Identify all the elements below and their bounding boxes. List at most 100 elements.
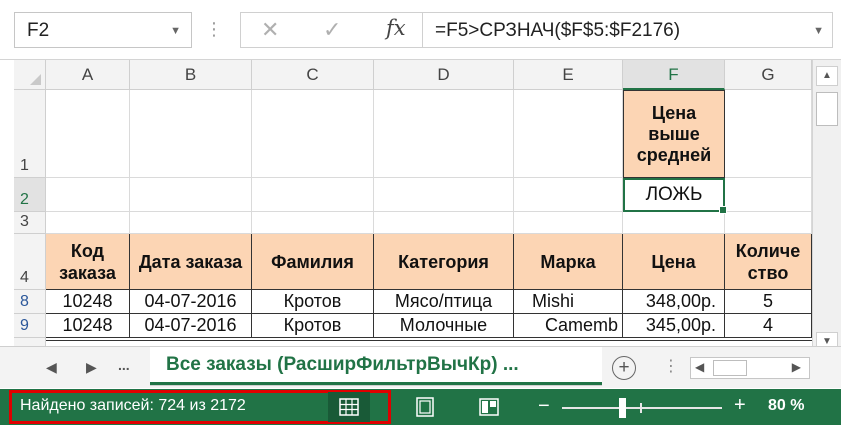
row-header-partial[interactable] [14, 338, 46, 346]
zoom-slider-thumb[interactable] [619, 398, 626, 418]
cell-e3[interactable] [514, 212, 623, 234]
table-cell[interactable]: Кротов [252, 314, 374, 338]
column-header-d[interactable]: D [374, 60, 514, 90]
table-cell[interactable]: 4 [725, 314, 812, 338]
table-header-quantity[interactable]: Количе ство [725, 234, 812, 290]
sheet-tab-bar: ◀ ▶ ... Все заказы (РасширФильтрВычКр) .… [0, 346, 841, 388]
table-header-last-name[interactable]: Фамилия [252, 234, 374, 290]
table-cell[interactable]: 348,00р. [623, 290, 725, 314]
zoom-slider[interactable] [562, 407, 722, 409]
zoom-slider-center-mark [640, 403, 642, 413]
vertical-scrollbar[interactable]: ▲ ▼ [812, 60, 841, 352]
name-box-value: F2 [27, 20, 50, 41]
cell-g3[interactable] [725, 212, 812, 234]
select-all-corner[interactable] [14, 60, 46, 90]
cell-e1[interactable] [514, 90, 623, 178]
scroll-right-icon[interactable]: ▶ [792, 360, 801, 374]
status-bar: Найдено записей: 724 из 2172 − + 80 % [0, 389, 841, 425]
chevron-down-icon[interactable]: ▼ [170, 25, 181, 37]
page-break-icon [479, 398, 499, 416]
expand-formula-icon[interactable]: ▼ [813, 25, 824, 37]
cell-a2[interactable] [46, 178, 130, 212]
criteria-header-line-2: выше [648, 123, 700, 144]
zoom-out-button[interactable]: − [538, 395, 550, 418]
table-cell[interactable]: Кротов [252, 290, 374, 314]
cell-a1[interactable] [46, 90, 130, 178]
cell-d3[interactable] [374, 212, 514, 234]
drag-handle-icon[interactable]: ⋮ [205, 14, 223, 44]
sheet-tab-label: Все заказы (РасширФильтрВычКр) ... [166, 354, 519, 375]
formula-buttons: ✕ ✓ fx [240, 12, 422, 48]
column-header-g[interactable]: G [725, 60, 812, 90]
table-cell[interactable]: 10248 [46, 290, 130, 314]
cell-c1[interactable] [252, 90, 374, 178]
horizontal-scroll-thumb[interactable] [713, 360, 747, 376]
cell-e2[interactable] [514, 178, 623, 212]
table-header-category[interactable]: Категория [374, 234, 514, 290]
table-cell[interactable]: Мясо/птица [374, 290, 514, 314]
table-header-order-id[interactable]: Код заказа [46, 234, 130, 290]
checkmark-icon[interactable]: ✓ [323, 17, 341, 43]
table-cell[interactable]: Camemb [514, 314, 623, 338]
more-sheets-button[interactable]: ... [118, 357, 130, 373]
table-cell[interactable]: Молочные [374, 314, 514, 338]
criteria-header-cell[interactable]: Цена выше средней [623, 90, 725, 178]
table-header-brand[interactable]: Марка [514, 234, 623, 290]
prev-sheet-icon[interactable]: ◀ [46, 359, 57, 376]
scroll-thumb[interactable] [816, 92, 838, 126]
table-cell[interactable]: 10248 [46, 314, 130, 338]
scroll-left-icon[interactable]: ◀ [695, 360, 704, 374]
splitter-handle-icon[interactable]: ⋮ [663, 356, 679, 376]
page-break-preview-button[interactable] [468, 392, 510, 422]
table-cell[interactable]: 5 [725, 290, 812, 314]
table-header-price[interactable]: Цена [623, 234, 725, 290]
row-header-9[interactable]: 9 [14, 314, 46, 338]
table-cell[interactable]: 345,00р. [623, 314, 725, 338]
row-header-4[interactable]: 4 [14, 234, 46, 290]
cell-f3[interactable] [623, 212, 725, 234]
zoom-level[interactable]: 80 % [768, 397, 804, 415]
table-cell[interactable]: 04-07-2016 [130, 314, 252, 338]
name-box[interactable]: F2 ▼ [14, 12, 192, 48]
formula-text: =F5>СРЗНАЧ($F$5:$F2176) [435, 20, 681, 41]
table-cell[interactable]: Mishi [514, 290, 623, 314]
cell-g1[interactable] [725, 90, 812, 178]
formula-input[interactable]: =F5>СРЗНАЧ($F$5:$F2176) ▼ [422, 12, 833, 48]
row-header-2[interactable]: 2 [14, 178, 46, 212]
normal-view-button[interactable] [328, 392, 370, 422]
row-header-3[interactable]: 3 [14, 212, 46, 234]
page-layout-icon [416, 397, 434, 417]
criteria-value: ЛОЖЬ [645, 184, 703, 205]
table-cell[interactable]: 04-07-2016 [130, 290, 252, 314]
column-header-f[interactable]: F [623, 60, 725, 90]
cell-c2[interactable] [252, 178, 374, 212]
cell-a3[interactable] [46, 212, 130, 234]
cell-d1[interactable] [374, 90, 514, 178]
worksheet-grid[interactable]: A B C D E F G 1 2 3 4 8 9 Цена выше сред… [0, 60, 812, 346]
next-sheet-icon[interactable]: ▶ [86, 359, 97, 376]
column-header-e[interactable]: E [514, 60, 623, 90]
row-header-1[interactable]: 1 [14, 90, 46, 178]
page-layout-button[interactable] [404, 392, 446, 422]
cell-d2[interactable] [374, 178, 514, 212]
cell-b3[interactable] [130, 212, 252, 234]
criteria-header-line-3: средней [636, 144, 712, 165]
active-cell-f2[interactable]: ЛОЖЬ [623, 178, 727, 214]
zoom-in-button[interactable]: + [734, 394, 746, 417]
formula-bar: F2 ▼ ⋮ ✕ ✓ fx =F5>СРЗНАЧ($F$5:$F2176) ▼ [0, 0, 841, 60]
horizontal-scrollbar[interactable]: ◀ ▶ [690, 357, 810, 379]
column-header-a[interactable]: A [46, 60, 130, 90]
scroll-up-icon[interactable]: ▲ [816, 66, 838, 86]
table-header-order-date[interactable]: Дата заказа [130, 234, 252, 290]
column-header-c[interactable]: C [252, 60, 374, 90]
cell-b1[interactable] [130, 90, 252, 178]
sheet-tab-active[interactable]: Все заказы (РасширФильтрВычКр) ... [150, 347, 602, 385]
insert-function-icon[interactable]: fx [386, 16, 406, 40]
cell-c3[interactable] [252, 212, 374, 234]
row-header-8[interactable]: 8 [14, 290, 46, 314]
column-header-b[interactable]: B [130, 60, 252, 90]
cell-g2[interactable] [725, 178, 812, 212]
cancel-icon[interactable]: ✕ [261, 17, 279, 43]
plus-circle-icon[interactable]: + [612, 356, 636, 380]
cell-b2[interactable] [130, 178, 252, 212]
